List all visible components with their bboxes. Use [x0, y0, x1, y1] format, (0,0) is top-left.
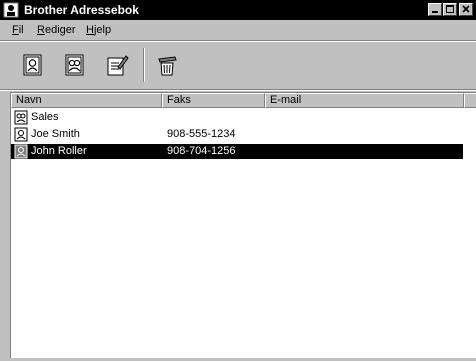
minimize-button[interactable]: [428, 3, 442, 16]
menu-bar: Fil Rediger Hjelp: [0, 21, 476, 39]
app-icon[interactable]: [3, 2, 19, 18]
row-fax: 908-555-1234: [167, 128, 236, 140]
row-name: John Roller: [31, 145, 87, 157]
list-header: Navn Faks E-mail: [11, 93, 476, 108]
new-group-icon: [65, 54, 84, 76]
member-icon: [14, 144, 28, 159]
address-book-window: Brother Adressebok Fil Rediger Hjelp Nav…: [0, 0, 476, 361]
maximize-button[interactable]: [443, 3, 457, 16]
list-row-group[interactable]: Sales: [11, 110, 463, 125]
column-header-navn[interactable]: Navn: [11, 93, 162, 108]
row-fax: 908-704-1256: [167, 145, 236, 157]
edit-button[interactable]: [102, 50, 132, 80]
window-title: Brother Adressebok: [24, 3, 139, 17]
group-icon: [14, 110, 28, 125]
row-name: Sales: [31, 111, 59, 123]
close-button[interactable]: [459, 3, 473, 16]
toolbar-separator-bottom: [0, 89, 476, 91]
column-header-email[interactable]: E-mail: [265, 93, 464, 108]
list-row-member-selected[interactable]: John Roller 908-704-1256: [11, 144, 463, 159]
new-member-button[interactable]: [18, 50, 48, 80]
toolbar: [0, 42, 476, 88]
delete-icon: [158, 56, 177, 76]
column-header-filler: [464, 93, 476, 108]
menu-hjelp[interactable]: Hjelp: [86, 24, 111, 36]
row-name: Joe Smith: [31, 128, 80, 140]
new-group-button[interactable]: [60, 50, 90, 80]
delete-button[interactable]: [152, 50, 182, 80]
toolbar-divider: [143, 48, 145, 82]
menu-fil[interactable]: Fil: [12, 24, 24, 36]
menu-rediger[interactable]: Rediger: [37, 24, 76, 36]
column-header-faks[interactable]: Faks: [162, 93, 265, 108]
new-member-icon: [23, 54, 42, 76]
member-icon: [14, 127, 28, 142]
edit-icon: [107, 55, 129, 76]
title-bar[interactable]: Brother Adressebok: [0, 0, 476, 20]
list-row-member[interactable]: Joe Smith 908-555-1234: [11, 127, 463, 142]
address-list[interactable]: Navn Faks E-mail Sales Joe Smith 908-555…: [10, 92, 476, 358]
